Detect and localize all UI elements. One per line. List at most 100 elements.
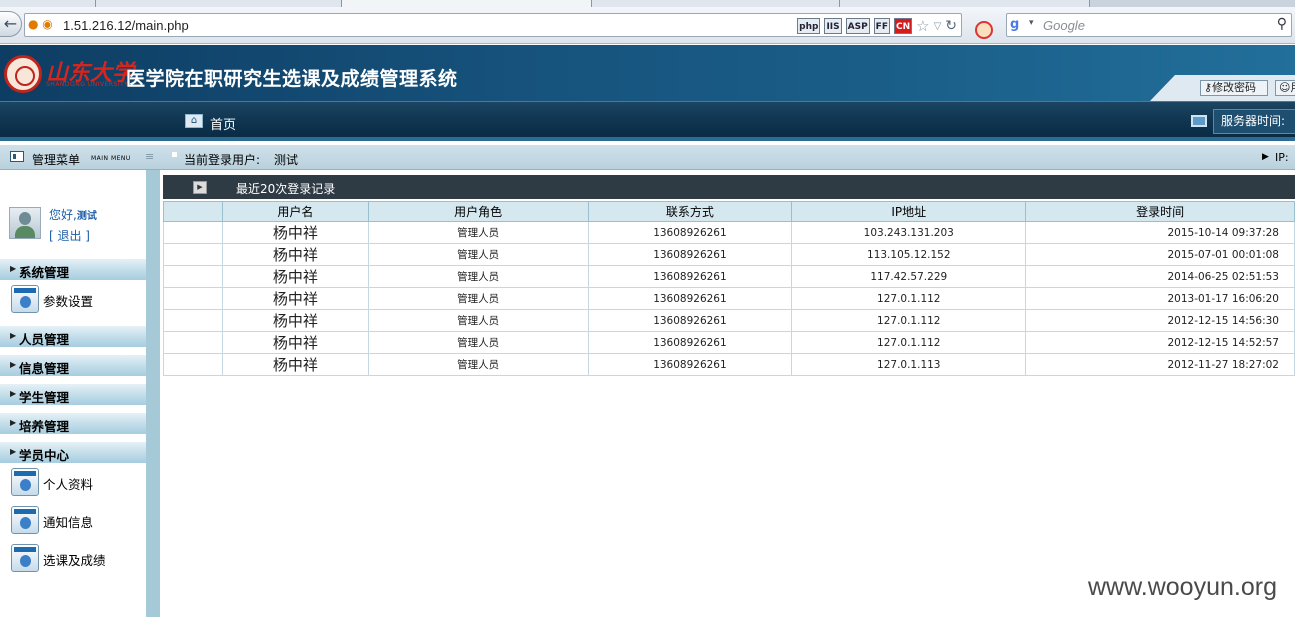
- role-cell: 管理人员: [367, 331, 589, 354]
- sidebar-item-courses-grades[interactable]: 选课及成绩: [0, 542, 146, 572]
- ip-cell: 127.0.1.112: [791, 331, 1027, 354]
- username-cell: 杨中祥: [221, 309, 369, 332]
- dropdown-arrow-icon[interactable]: ▽: [934, 21, 942, 32]
- php-icon[interactable]: php: [797, 18, 821, 34]
- ip-cell: 127.0.1.112: [791, 287, 1027, 310]
- asp-icon[interactable]: ASP: [845, 18, 870, 34]
- login-time-cell: 2014-06-25 02:51:53: [1025, 265, 1295, 288]
- sidebar-item-notices[interactable]: 通知信息: [0, 504, 146, 534]
- greeting-user-name: 测试: [76, 211, 97, 222]
- sidebar-section-training[interactable]: ▶ 培养管理: [0, 412, 146, 434]
- google-icon[interactable]: g: [1010, 17, 1026, 33]
- url-text[interactable]: 1.51.216.12/main.php: [63, 18, 189, 33]
- browser-tab[interactable]: [592, 0, 840, 7]
- user-settings-icon: [11, 285, 39, 313]
- ip-cell: 127.0.1.112: [791, 309, 1027, 332]
- key-icon: ⚷: [1204, 81, 1213, 94]
- gear-icon: [11, 506, 39, 534]
- login-time-cell: 2012-12-15 14:52:57: [1025, 331, 1295, 354]
- role-cell: 管理人员: [367, 309, 589, 332]
- contact-cell: 13608926261: [587, 309, 793, 332]
- caret-right-icon: ▶: [10, 389, 17, 398]
- role-cell: 管理人员: [367, 221, 589, 244]
- column-header-contact: 联系方式: [587, 201, 793, 222]
- sidebar-section-student-center[interactable]: ▶ 学员中心: [0, 441, 146, 463]
- back-button[interactable]: ←: [0, 11, 22, 37]
- play-icon: ▶: [193, 181, 207, 194]
- noscript-icon[interactable]: [975, 21, 993, 39]
- menu-toggle-icon[interactable]: ≡: [145, 150, 154, 163]
- table-row: 杨中祥 管理人员 13608926261 127.0.1.112 2013-01-17 …: [163, 287, 1295, 310]
- reload-icon[interactable]: ↻: [945, 18, 957, 34]
- table-row: 杨中祥 管理人员 13608926261 113.105.12.152 2015-07-…: [163, 243, 1295, 266]
- status-bar: 管理菜单 MAIN MENU ≡ 当前登录用户: 测试 ▶ IP:: [0, 145, 1295, 170]
- column-header-role: 用户角色: [367, 201, 589, 222]
- iis-icon[interactable]: IIS: [824, 18, 842, 34]
- row-index-cell: [163, 221, 223, 244]
- search-placeholder[interactable]: Google: [1043, 18, 1085, 33]
- table-row: 杨中祥 管理人员 13608926261 103.243.131.203 2015-10…: [163, 221, 1295, 244]
- change-password-button[interactable]: ⚷修改密码: [1200, 80, 1268, 96]
- browser-tab[interactable]: [342, 0, 592, 7]
- caret-right-icon: ▶: [10, 418, 17, 427]
- address-bar[interactable]: ● ◉ 1.51.216.12/main.php php IIS ASP FF …: [24, 13, 962, 37]
- flag-icon[interactable]: CN: [893, 18, 913, 34]
- contact-cell: 13608926261: [587, 287, 793, 310]
- site-header: 山东大学 SHANDONG UNIVERSITY 医学院在职研究生选课及成绩管理…: [0, 45, 1295, 101]
- sidebar-section-system[interactable]: ▶ 系统管理: [0, 258, 146, 280]
- university-seal-icon: [4, 55, 42, 93]
- greeting: 您好,测试: [49, 208, 97, 222]
- contact-cell: 13608926261: [587, 331, 793, 354]
- bullet-icon: [172, 152, 177, 157]
- home-icon[interactable]: ⌂: [185, 114, 203, 128]
- row-index-cell: [163, 353, 223, 376]
- menu-panel-icon: [10, 151, 24, 162]
- username-cell: 杨中祥: [221, 331, 369, 354]
- search-box[interactable]: g ▾ Google ⚲: [1006, 13, 1292, 37]
- system-title: 医学院在职研究生选课及成绩管理系统: [126, 68, 458, 90]
- username-cell: 杨中祥: [221, 353, 369, 376]
- current-user-label: 当前登录用户:: [184, 153, 261, 167]
- login-records-title: 最近20次登录记录: [236, 182, 336, 196]
- sidebar-section-students[interactable]: ▶ 学生管理: [0, 383, 146, 405]
- user-button[interactable]: ☺用户: [1275, 80, 1295, 96]
- user-icon: ☺: [1279, 81, 1291, 94]
- table-row: 杨中祥 管理人员 13608926261 127.0.1.112 2012-12-15 …: [163, 331, 1295, 354]
- caret-right-icon: ▶: [10, 331, 17, 340]
- sidebar-section-info[interactable]: ▶ 信息管理: [0, 354, 146, 376]
- browser-tab[interactable]: [840, 0, 1090, 7]
- home-link[interactable]: 首页: [210, 114, 236, 133]
- table-header-row: 用户名 用户角色 联系方式 IP地址 登录时间: [163, 201, 1295, 222]
- browser-tab-strip: [0, 0, 1295, 7]
- chevron-down-icon[interactable]: ▾: [1029, 18, 1034, 28]
- logout-link[interactable]: [ 退出 ]: [49, 227, 90, 244]
- watermark: www.wooyun.org: [1088, 573, 1277, 601]
- ip-cell: 113.105.12.152: [791, 243, 1027, 266]
- firefox-icon[interactable]: FF: [873, 18, 890, 34]
- site-info-icon[interactable]: ● ◉: [28, 17, 53, 31]
- role-cell: 管理人员: [367, 353, 589, 376]
- contact-cell: 13608926261: [587, 243, 793, 266]
- sidebar-item-settings[interactable]: 参数设置: [0, 283, 146, 313]
- role-cell: 管理人员: [367, 243, 589, 266]
- current-user-name: 测试: [274, 153, 299, 167]
- arrow-right-icon: ▶: [1262, 152, 1269, 162]
- menu-title: 管理菜单: [32, 153, 81, 167]
- table-row: 杨中祥 管理人员 13608926261 127.0.1.112 2012-12-15 …: [163, 309, 1295, 332]
- browser-tab[interactable]: [96, 0, 342, 7]
- sidebar-divider: [146, 170, 160, 617]
- addon-icons: php IIS ASP FF CN ☆ ▽ ↻: [797, 17, 957, 35]
- sidebar-item-profile[interactable]: 个人资料: [0, 466, 146, 496]
- bookmark-star-icon[interactable]: ☆: [916, 17, 929, 35]
- row-index-cell: [163, 309, 223, 332]
- username-cell: 杨中祥: [221, 265, 369, 288]
- row-index-cell: [163, 287, 223, 310]
- login-time-cell: 2015-10-14 09:37:28: [1025, 221, 1295, 244]
- user-profile-icon: [11, 468, 39, 496]
- search-icon[interactable]: ⚲: [1277, 16, 1287, 32]
- column-header: [163, 201, 223, 222]
- login-time-cell: 2012-12-15 14:56:30: [1025, 309, 1295, 332]
- browser-tab[interactable]: [0, 0, 96, 7]
- sidebar-section-personnel[interactable]: ▶ 人员管理: [0, 325, 146, 347]
- caret-right-icon: ▶: [10, 360, 17, 369]
